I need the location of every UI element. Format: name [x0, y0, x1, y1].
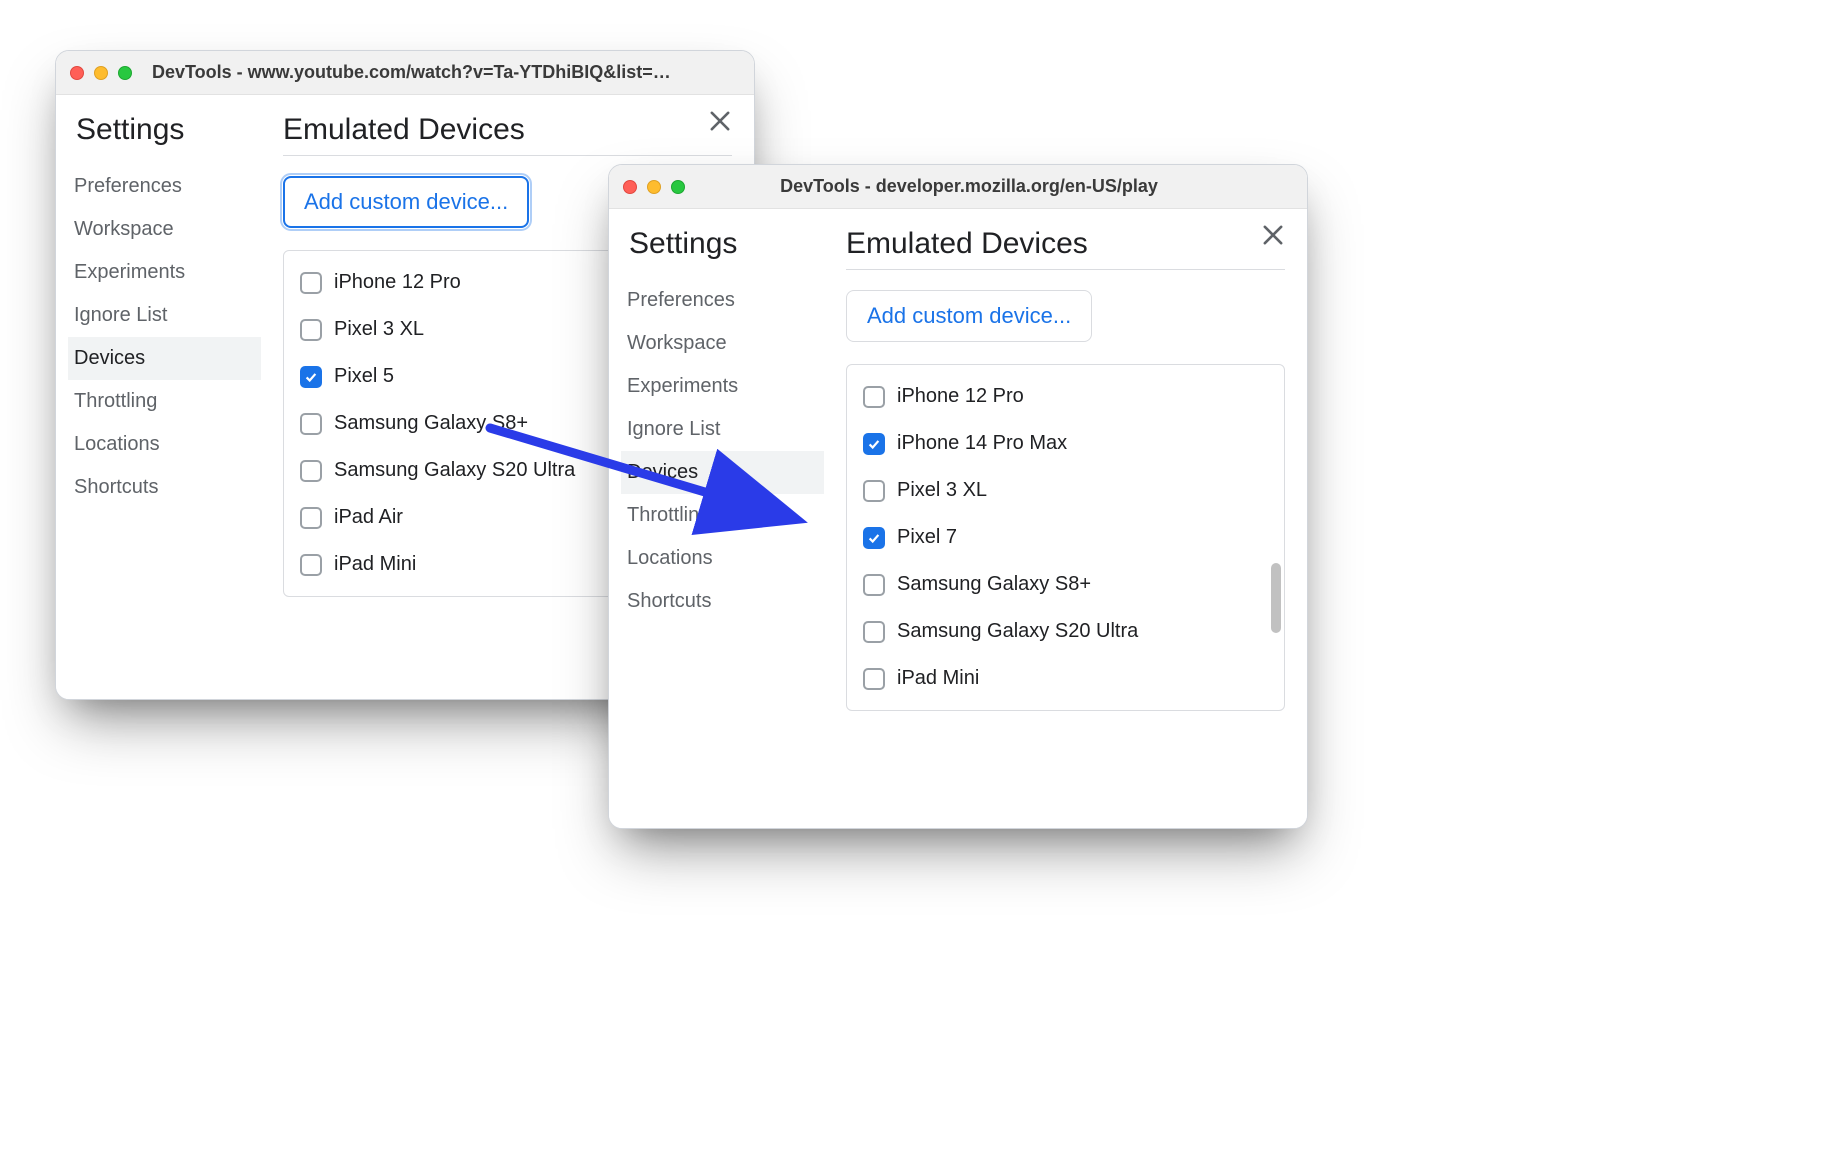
checkbox[interactable]	[300, 507, 322, 529]
sidebar-item-devices[interactable]: Devices	[621, 451, 824, 494]
settings-sidebar: Settings PreferencesWorkspaceExperiments…	[609, 209, 824, 828]
device-label: iPad Mini	[897, 667, 979, 690]
sidebar-item-experiments[interactable]: Experiments	[68, 251, 261, 294]
device-label: Samsung Galaxy S8+	[334, 412, 528, 435]
sidebar-item-workspace[interactable]: Workspace	[68, 208, 261, 251]
titlebar[interactable]: DevTools - www.youtube.com/watch?v=Ta-YT…	[56, 51, 754, 95]
devtools-window-2: DevTools - developer.mozilla.org/en-US/p…	[608, 164, 1308, 829]
checkbox[interactable]	[863, 527, 885, 549]
sidebar-item-preferences[interactable]: Preferences	[621, 279, 824, 322]
scrollbar[interactable]	[1271, 373, 1281, 702]
device-label: iPhone 12 Pro	[334, 271, 461, 294]
checkbox[interactable]	[300, 272, 322, 294]
device-row[interactable]: iPhone 14 Pro Max	[847, 420, 1284, 467]
sidebar-item-shortcuts[interactable]: Shortcuts	[68, 466, 261, 509]
sidebar-item-locations[interactable]: Locations	[68, 423, 261, 466]
checkbox[interactable]	[863, 433, 885, 455]
device-label: Samsung Galaxy S20 Ultra	[897, 620, 1138, 643]
nav-list: PreferencesWorkspaceExperimentsIgnore Li…	[74, 165, 261, 509]
maximize-window-button[interactable]	[118, 66, 132, 80]
close-icon[interactable]	[1259, 221, 1287, 249]
close-window-button[interactable]	[623, 180, 637, 194]
add-custom-device-button[interactable]: Add custom device...	[283, 176, 529, 228]
settings-main: Emulated Devices Add custom device... iP…	[824, 209, 1307, 828]
checkbox[interactable]	[300, 413, 322, 435]
window-title: DevTools - developer.mozilla.org/en-US/p…	[705, 176, 1293, 197]
sidebar-item-preferences[interactable]: Preferences	[68, 165, 261, 208]
checkbox[interactable]	[863, 621, 885, 643]
sidebar-item-ignore-list[interactable]: Ignore List	[621, 408, 824, 451]
device-label: Samsung Galaxy S8+	[897, 573, 1091, 596]
close-window-button[interactable]	[70, 66, 84, 80]
device-label: iPad Air	[334, 506, 403, 529]
sidebar-item-throttling[interactable]: Throttling	[621, 494, 824, 537]
checkbox[interactable]	[863, 668, 885, 690]
device-row[interactable]: Pixel 7	[847, 514, 1284, 561]
nav-list: PreferencesWorkspaceExperimentsIgnore Li…	[627, 279, 824, 623]
device-row[interactable]: Samsung Galaxy S20 Ultra	[847, 608, 1284, 655]
sidebar-item-throttling[interactable]: Throttling	[68, 380, 261, 423]
emulated-devices-heading: Emulated Devices	[846, 227, 1285, 261]
sidebar-item-workspace[interactable]: Workspace	[621, 322, 824, 365]
device-label: Pixel 3 XL	[897, 479, 987, 502]
settings-heading: Settings	[76, 113, 261, 147]
divider	[283, 155, 732, 156]
sidebar-item-devices[interactable]: Devices	[68, 337, 261, 380]
sidebar-item-experiments[interactable]: Experiments	[621, 365, 824, 408]
content-area: Settings PreferencesWorkspaceExperiments…	[609, 209, 1307, 828]
checkbox[interactable]	[863, 480, 885, 502]
sidebar-item-shortcuts[interactable]: Shortcuts	[621, 580, 824, 623]
checkbox[interactable]	[300, 366, 322, 388]
device-label: iPad Mini	[334, 553, 416, 576]
device-row[interactable]: Pixel 3 XL	[847, 467, 1284, 514]
minimize-window-button[interactable]	[647, 180, 661, 194]
device-label: Pixel 5	[334, 365, 394, 388]
device-row[interactable]: iPhone 12 Pro	[847, 373, 1284, 420]
device-row[interactable]: iPad Mini	[847, 655, 1284, 702]
checkbox[interactable]	[300, 460, 322, 482]
checkbox[interactable]	[863, 574, 885, 596]
device-label: Pixel 3 XL	[334, 318, 424, 341]
checkbox[interactable]	[300, 554, 322, 576]
minimize-window-button[interactable]	[94, 66, 108, 80]
emulated-devices-heading: Emulated Devices	[283, 113, 732, 147]
traffic-lights	[70, 66, 132, 80]
traffic-lights	[623, 180, 685, 194]
window-title: DevTools - www.youtube.com/watch?v=Ta-YT…	[152, 62, 740, 83]
device-list: iPhone 12 Pro iPhone 14 Pro Max Pixel 3 XL…	[846, 364, 1285, 711]
scrollbar-thumb[interactable]	[1271, 563, 1281, 633]
device-label: Samsung Galaxy S20 Ultra	[334, 459, 575, 482]
device-label: Pixel 7	[897, 526, 957, 549]
settings-heading: Settings	[629, 227, 824, 261]
checkbox[interactable]	[863, 386, 885, 408]
close-icon[interactable]	[706, 107, 734, 135]
settings-sidebar: Settings PreferencesWorkspaceExperiments…	[56, 95, 261, 699]
divider	[846, 269, 1285, 270]
device-label: iPhone 14 Pro Max	[897, 432, 1067, 455]
checkbox[interactable]	[300, 319, 322, 341]
device-row[interactable]: Samsung Galaxy S8+	[847, 561, 1284, 608]
device-label: iPhone 12 Pro	[897, 385, 1024, 408]
titlebar[interactable]: DevTools - developer.mozilla.org/en-US/p…	[609, 165, 1307, 209]
add-custom-device-button[interactable]: Add custom device...	[846, 290, 1092, 342]
maximize-window-button[interactable]	[671, 180, 685, 194]
sidebar-item-ignore-list[interactable]: Ignore List	[68, 294, 261, 337]
sidebar-item-locations[interactable]: Locations	[621, 537, 824, 580]
